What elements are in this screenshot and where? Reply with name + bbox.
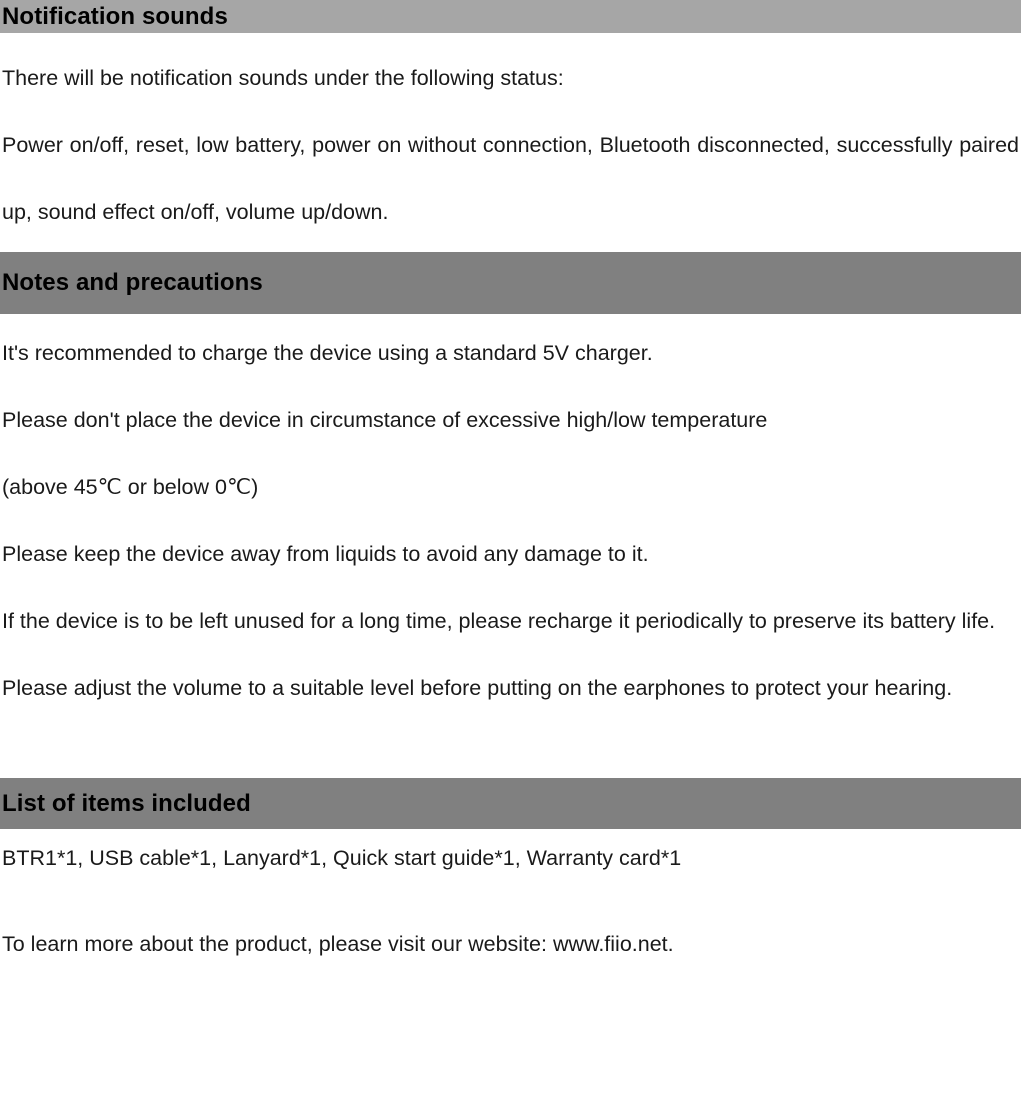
paragraph-notification-statuses: Power on/off, reset, low battery, power … bbox=[2, 133, 1019, 224]
document-page: Notification sounds There will be notifi… bbox=[0, 0, 1021, 1093]
paragraph-volume-warning: Please adjust the volume to a suitable l… bbox=[2, 676, 953, 700]
paragraph-charger-recommendation: It's recommended to charge the device us… bbox=[2, 341, 653, 365]
section-heading-notes-and-precautions: Notes and precautions bbox=[0, 252, 1021, 314]
paragraph-battery-maintenance: If the device is to be left unused for a… bbox=[2, 609, 996, 633]
paragraph-temperature-range: (above 45℃ or below 0℃) bbox=[2, 475, 259, 499]
section-heading-list-of-items-included: List of items included bbox=[0, 778, 1021, 829]
paragraph-website-reference: To learn more about the product, please … bbox=[2, 932, 674, 956]
paragraph-liquids-warning: Please keep the device away from liquids… bbox=[2, 542, 649, 566]
paragraph-included-items: BTR1*1, USB cable*1, Lanyard*1, Quick st… bbox=[2, 846, 682, 870]
paragraph-temperature-warning: Please don't place the device in circums… bbox=[2, 408, 768, 432]
section-heading-notification-sounds: Notification sounds bbox=[0, 0, 1021, 33]
paragraph-notification-intro: There will be notification sounds under … bbox=[2, 66, 564, 90]
